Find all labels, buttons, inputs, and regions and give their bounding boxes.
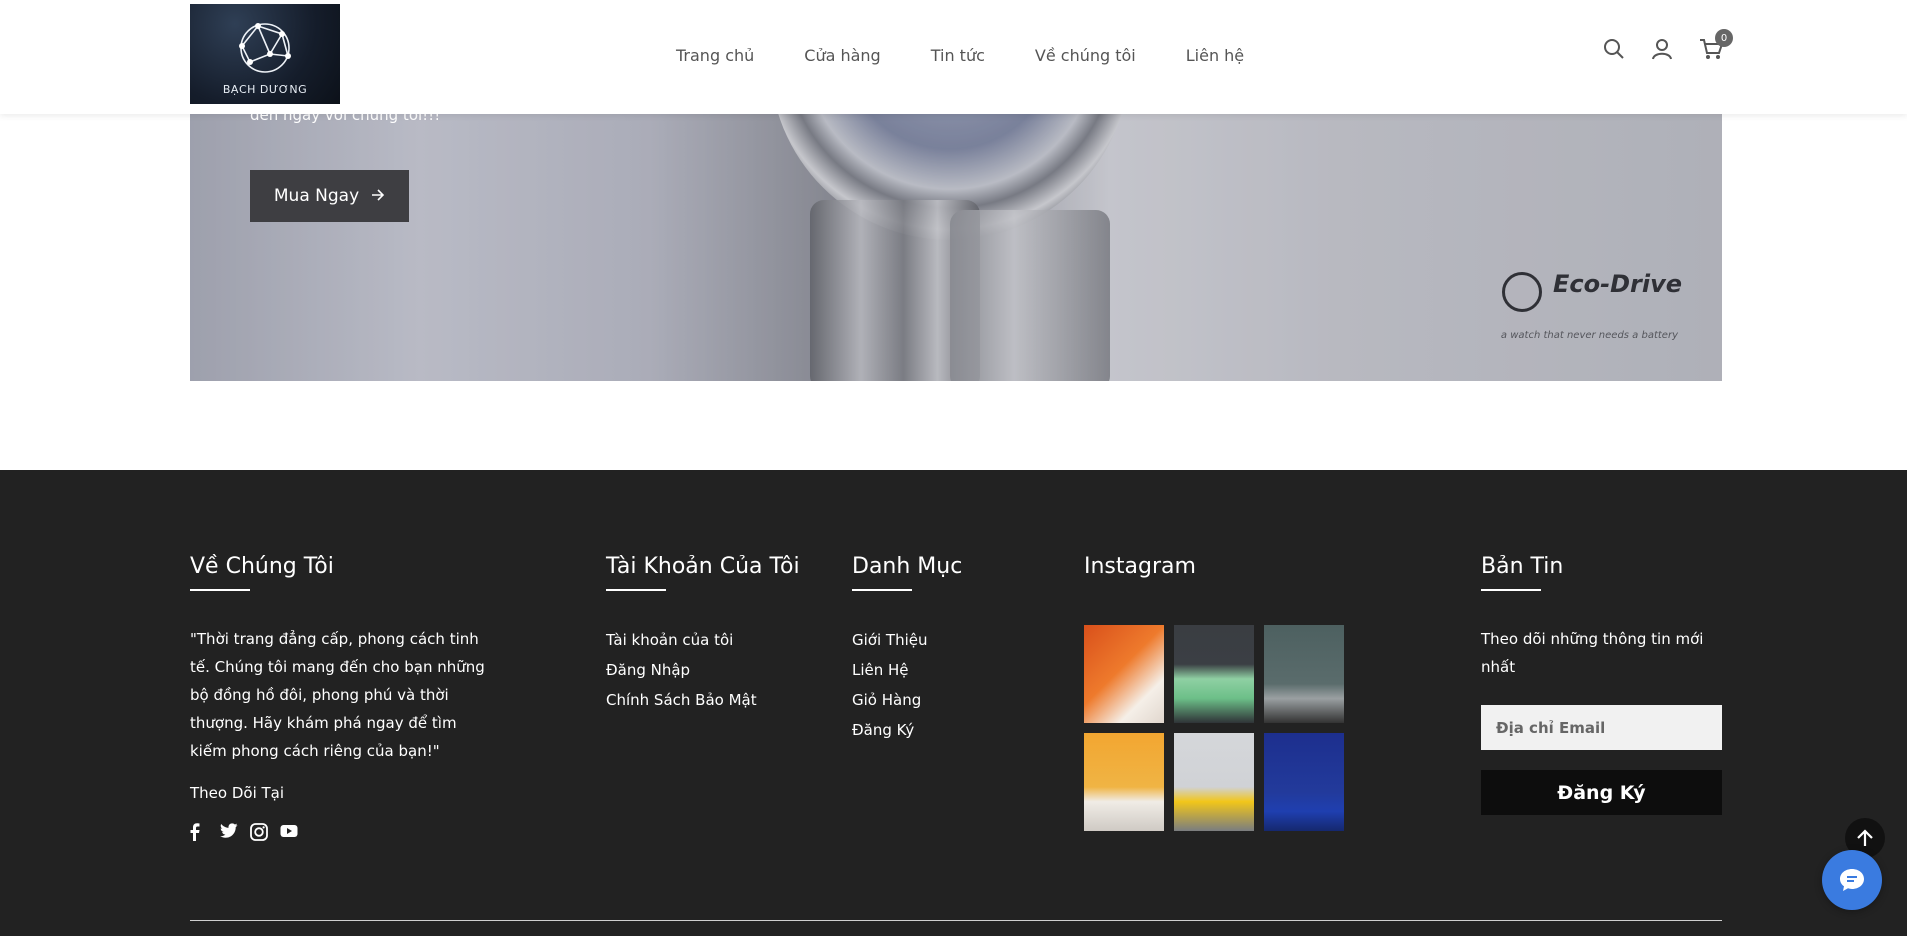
footer-about-quote: "Thời trang đẳng cấp, phong cách tinh tế…	[190, 630, 485, 760]
search-icon[interactable]	[1603, 38, 1625, 60]
shop-now-button[interactable]: Mua Ngay	[250, 170, 409, 222]
nav-news[interactable]: Tin tức	[931, 46, 985, 65]
instagram-grid	[1084, 625, 1344, 831]
main-nav: Trang chủ Cửa hàng Tin tức Về chúng tôi …	[676, 0, 1294, 110]
youtube-icon[interactable]	[280, 823, 298, 841]
divider	[190, 589, 250, 591]
divider	[606, 589, 666, 591]
link-contact[interactable]: Liên Hệ	[852, 655, 962, 685]
instagram-icon[interactable]	[250, 823, 268, 841]
brand-tagline: a watch that never needs a battery	[1500, 330, 1678, 341]
follow-label: Theo Dõi Tại	[190, 784, 285, 802]
footer-category-title: Danh Mục	[852, 554, 963, 579]
divider	[852, 589, 912, 591]
footer-account-title: Tài Khoản Của Tôi	[606, 554, 800, 579]
site-footer: Về Chúng Tôi "Thời trang đẳng cấp, phong…	[0, 470, 1907, 936]
chat-icon	[1840, 869, 1864, 891]
account-links: Tài khoản của tôi Đăng Nhập Chính Sách B…	[606, 625, 800, 715]
instagram-image[interactable]	[1084, 625, 1164, 723]
instagram-image[interactable]	[1264, 625, 1344, 723]
instagram-image[interactable]	[1264, 733, 1344, 831]
arrow-up-icon	[1857, 829, 1873, 846]
constellation-icon	[239, 23, 291, 73]
chat-button[interactable]	[1822, 850, 1882, 910]
footer-account: Tài Khoản Của Tôi Tài khoản của tôi Đăng…	[606, 554, 800, 715]
link-privacy-policy[interactable]: Chính Sách Bảo Mật	[606, 685, 800, 715]
category-links: Giới Thiệu Liên Hệ Giỏ Hàng Đăng Ký	[852, 625, 962, 745]
footer-newsletter-title: Bản Tin	[1481, 554, 1564, 579]
nav-shop[interactable]: Cửa hàng	[804, 46, 880, 65]
nav-about[interactable]: Về chúng tôi	[1035, 46, 1136, 65]
footer-category: Danh Mục Giới Thiệu Liên Hệ Giỏ Hàng Đăn…	[852, 554, 962, 745]
footer-about-title: Về Chúng Tôi	[190, 554, 334, 579]
header-actions: 0	[1603, 29, 1733, 60]
cart-icon[interactable]: 0	[1699, 29, 1733, 60]
footer-divider	[190, 920, 1722, 921]
brand-logo	[1502, 272, 1542, 312]
footer-about: Về Chúng Tôi "Thời trang đẳng cấp, phong…	[190, 554, 490, 841]
divider	[1481, 589, 1541, 591]
email-field[interactable]	[1481, 705, 1722, 750]
newsletter-text: Theo dõi những thông tin mới nhất	[1481, 630, 1704, 676]
shop-now-label: Mua Ngay	[273, 186, 360, 206]
nav-contact[interactable]: Liên hệ	[1186, 46, 1244, 65]
link-cart[interactable]: Giỏ Hàng	[852, 685, 962, 715]
link-login[interactable]: Đăng Nhập	[606, 655, 800, 685]
subscribe-button[interactable]: Đăng Ký	[1481, 770, 1722, 815]
twitter-icon[interactable]	[220, 823, 238, 841]
user-icon[interactable]	[1651, 38, 1673, 60]
logo-text: BẠCH DƯƠNG	[222, 83, 308, 96]
instagram-image[interactable]	[1174, 625, 1254, 723]
brand-text: Eco-Drive	[1553, 270, 1682, 298]
instagram-image[interactable]	[1174, 733, 1254, 831]
footer-instagram: Instagram	[1084, 554, 1344, 831]
footer-instagram-title: Instagram	[1084, 554, 1196, 579]
site-header: BẠCH DƯƠNG Trang chủ Cửa hàng Tin tức Về…	[0, 0, 1907, 114]
link-register[interactable]: Đăng Ký	[852, 715, 962, 745]
social-links	[190, 823, 490, 841]
link-my-account[interactable]: Tài khoản của tôi	[606, 625, 800, 655]
cart-count-badge: 0	[1715, 29, 1733, 47]
link-introduction[interactable]: Giới Thiệu	[852, 625, 962, 655]
site-logo[interactable]: BẠCH DƯƠNG	[190, 4, 340, 104]
facebook-icon[interactable]	[190, 823, 208, 841]
footer-newsletter: Bản Tin Theo dõi những thông tin mới nhấ…	[1481, 554, 1722, 815]
instagram-image[interactable]	[1084, 733, 1164, 831]
arrow-right-icon	[371, 186, 385, 206]
nav-home[interactable]: Trang chủ	[676, 46, 754, 65]
